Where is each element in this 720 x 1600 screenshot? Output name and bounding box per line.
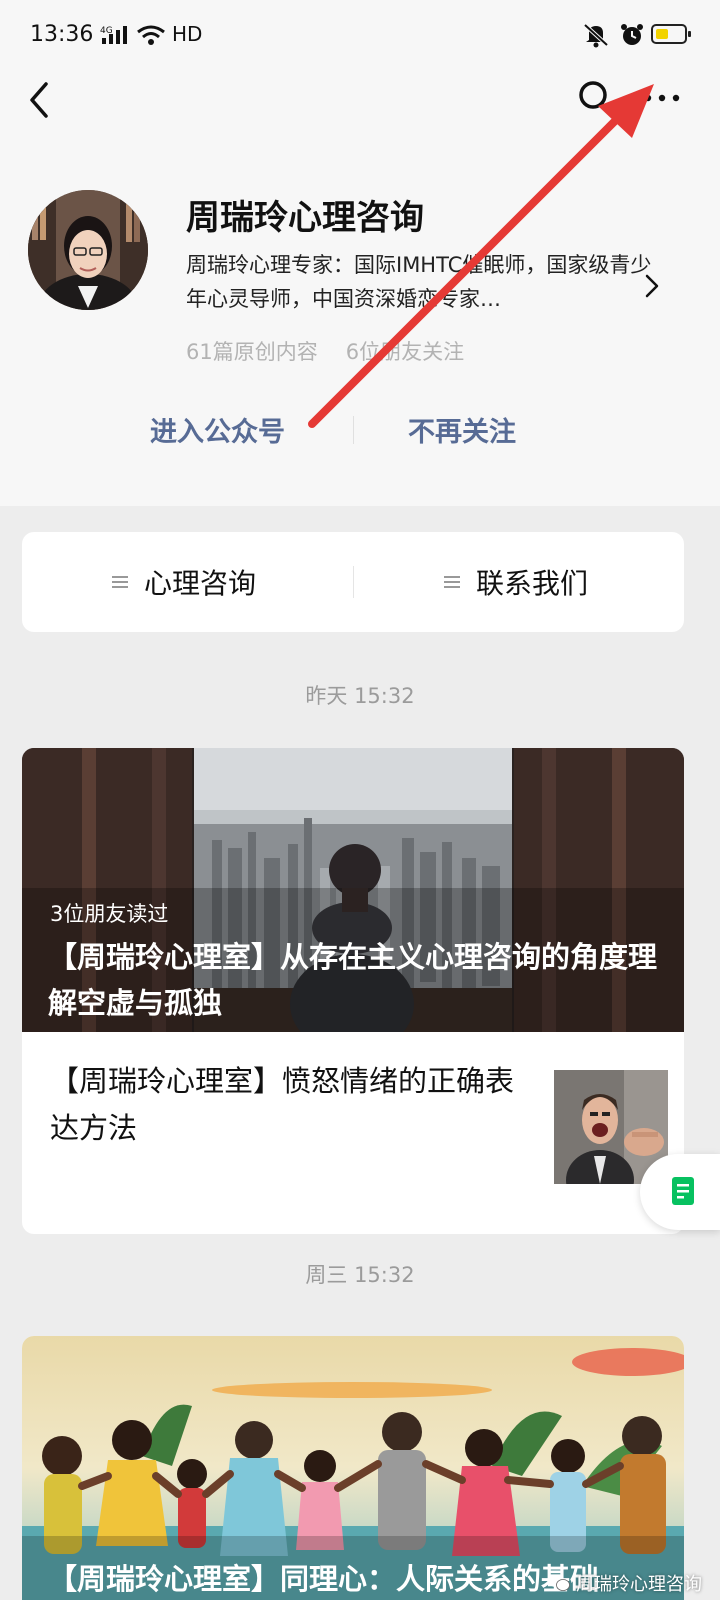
back-icon[interactable] [22, 78, 62, 122]
floating-reader-button[interactable] [640, 1154, 720, 1230]
battery-icon [651, 24, 691, 44]
original-count: 61篇原创内容 [186, 340, 318, 364]
feed-date: 周三 15:32 [305, 1263, 415, 1287]
unfollow-button[interactable]: 不再关注 [408, 410, 516, 449]
menu-item-label: 心理咨询 [144, 567, 257, 600]
menu-item-counseling[interactable]: 心理咨询 [110, 562, 256, 602]
watermark: 周瑞玲心理咨询 [548, 1570, 702, 1596]
status-bar: 13:36 4G HD [0, 0, 720, 72]
account-intro[interactable]: 周瑞玲心理专家：国际IMHTC催眠师，国家级青少年心灵导师，中国资深婚恋专家… [186, 248, 656, 316]
search-icon[interactable] [576, 78, 616, 118]
menu-lines-icon [112, 576, 128, 588]
more-dots-icon[interactable] [640, 78, 684, 118]
cellular-signal-icon: 4G [100, 26, 127, 44]
menu-lines-icon [444, 576, 460, 588]
article-card[interactable]: 【周瑞玲心理室】同理心：人际关系的基础 [22, 1336, 684, 1600]
status-time: 13:36 [30, 22, 94, 47]
hd-indicator: HD [172, 22, 203, 46]
wifi-icon [137, 25, 165, 45]
avatar[interactable] [28, 190, 148, 310]
article-title[interactable]: 【周瑞玲心理室】同理心：人际关系的基础 [48, 1556, 599, 1598]
mute-bell-icon [583, 23, 609, 48]
friends-read-count: 3位朋友读过 [50, 902, 169, 926]
alarm-icon [621, 24, 643, 45]
document-icon [672, 1177, 694, 1205]
account-stats: 61篇原创内容 6位朋友关注 [186, 336, 464, 366]
feed-date: 昨天 15:32 [305, 684, 415, 708]
chevron-right-icon[interactable] [642, 272, 662, 300]
menu-item-label: 联系我们 [476, 567, 589, 600]
account-name: 周瑞玲心理咨询 [186, 198, 424, 238]
menu-divider [353, 566, 354, 598]
action-divider [353, 416, 354, 444]
account-menu: 心理咨询 联系我们 [22, 532, 684, 632]
wechat-logo-icon [548, 1575, 570, 1591]
article-title[interactable]: 【周瑞玲心理室】从存在主义心理咨询的角度理解空虚与孤独 [48, 934, 678, 1026]
article-group-card: 3位朋友读过 【周瑞玲心理室】从存在主义心理咨询的角度理解空虚与孤独 【周瑞玲心… [22, 748, 684, 1234]
watermark-text: 周瑞玲心理咨询 [576, 1574, 702, 1595]
enter-account-button[interactable]: 进入公众号 [150, 410, 285, 449]
friends-follow-count[interactable]: 6位朋友关注 [346, 340, 464, 364]
article-title[interactable]: 【周瑞玲心理室】愤怒情绪的正确表达方法 [50, 1058, 520, 1152]
menu-item-contact[interactable]: 联系我们 [442, 562, 588, 602]
